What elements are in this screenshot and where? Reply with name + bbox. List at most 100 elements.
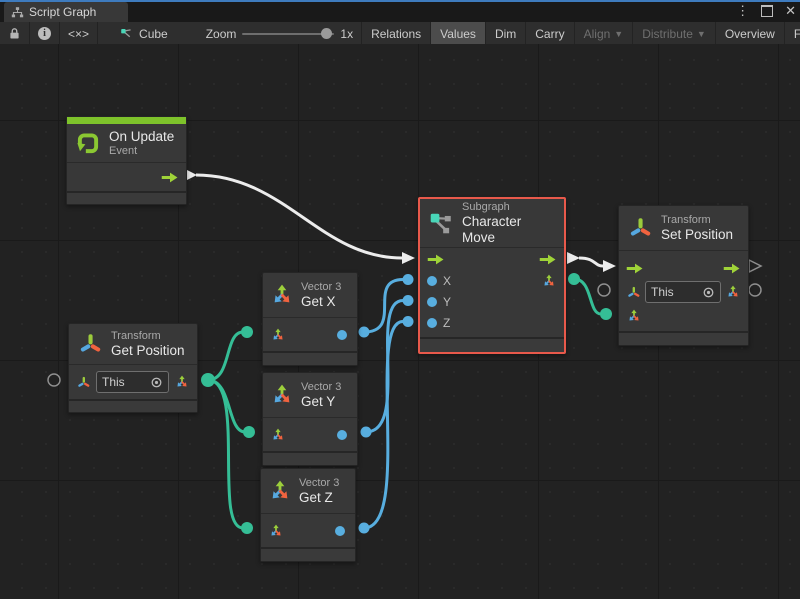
transform-port-icon[interactable] bbox=[76, 375, 91, 390]
node-title: Get X bbox=[301, 294, 341, 310]
distribute-dropdown[interactable]: Distribute▼ bbox=[633, 22, 716, 45]
flow-output-port[interactable] bbox=[723, 262, 741, 275]
wire-start-arrow bbox=[567, 252, 580, 264]
target-picker-icon[interactable] bbox=[702, 286, 715, 299]
float-input-port-z[interactable] bbox=[427, 318, 437, 328]
graph-toolbar: i <×> Cube Zoom 1x Relations Values Dim … bbox=[0, 22, 800, 46]
node-get-position[interactable]: Transform Get Position This bbox=[68, 323, 198, 413]
chevron-down-icon: ▼ bbox=[614, 29, 623, 39]
vector3-output-port-icon[interactable] bbox=[174, 374, 190, 390]
close-icon[interactable]: ✕ bbox=[785, 2, 796, 20]
node-get-y[interactable]: Vector 3 Get Y bbox=[262, 372, 358, 466]
vector3-input-port-icon[interactable] bbox=[270, 427, 286, 443]
wire-getz-to-z[interactable] bbox=[364, 322, 403, 529]
dim-button[interactable]: Dim bbox=[486, 22, 526, 45]
port-label-y: Y bbox=[443, 295, 451, 309]
window-menu-icon[interactable]: ⋮ bbox=[736, 2, 749, 20]
zoom-slider-handle[interactable] bbox=[321, 28, 332, 39]
code-view-button[interactable]: <×> bbox=[60, 22, 98, 45]
transform-output-port-icon[interactable] bbox=[725, 284, 741, 300]
node-header: Vector 3 Get Y bbox=[263, 373, 357, 417]
values-button[interactable]: Values bbox=[431, 22, 486, 45]
vector3-input-port-icon[interactable] bbox=[268, 523, 284, 539]
wire-onupdate-to-charactermove[interactable] bbox=[196, 175, 402, 258]
align-dropdown[interactable]: Align▼ bbox=[575, 22, 634, 45]
port-setposition-flow-out-edge[interactable] bbox=[749, 260, 761, 272]
node-get-z[interactable]: Vector 3 Get Z bbox=[260, 468, 356, 562]
port-setposition-this-edge[interactable] bbox=[598, 284, 610, 296]
target-picker-icon[interactable] bbox=[150, 376, 163, 389]
info-icon: i bbox=[38, 27, 51, 40]
port-getposition-this-edge[interactable] bbox=[48, 374, 60, 386]
node-type: Transform bbox=[661, 214, 733, 227]
wire-end-arrow bbox=[603, 260, 616, 272]
overview-button[interactable]: Overview bbox=[716, 22, 785, 45]
flow-output-port[interactable] bbox=[539, 253, 557, 266]
transform-port-icon[interactable] bbox=[626, 285, 641, 300]
flow-input-port[interactable] bbox=[626, 262, 644, 275]
node-title: Get Y bbox=[301, 394, 341, 410]
node-type: Vector 3 bbox=[301, 381, 341, 394]
node-footer bbox=[420, 337, 564, 352]
node-type: Transform bbox=[111, 330, 185, 343]
node-set-position[interactable]: Transform Set Position This bbox=[618, 205, 749, 346]
event-accent-bar bbox=[67, 117, 186, 124]
window-controls: ⋮ ✕ bbox=[736, 2, 796, 20]
lock-button[interactable] bbox=[0, 22, 30, 45]
float-output-port[interactable] bbox=[337, 430, 347, 440]
vector3-icon bbox=[269, 382, 295, 408]
flow-output-port[interactable] bbox=[161, 171, 179, 184]
node-title: Character Move bbox=[462, 214, 554, 246]
node-header: Transform Get Position bbox=[69, 324, 197, 364]
subgraph-icon bbox=[428, 210, 454, 236]
full-screen-button[interactable]: Full Screen bbox=[785, 22, 800, 45]
graph-canvas[interactable]: On Update Event Transform Get Position bbox=[0, 44, 800, 599]
vector3-icon bbox=[267, 478, 293, 504]
wire-ball bbox=[201, 373, 215, 387]
graph-target-chip[interactable]: Cube bbox=[112, 22, 176, 45]
wire-charactermove-to-setposition[interactable] bbox=[579, 258, 603, 266]
node-footer bbox=[69, 399, 197, 412]
wire-ball bbox=[359, 523, 370, 534]
wire-ball bbox=[243, 426, 255, 438]
float-output-port[interactable] bbox=[335, 526, 345, 536]
on-update-icon bbox=[75, 130, 101, 156]
node-footer bbox=[263, 451, 357, 465]
transform-icon bbox=[77, 331, 103, 357]
wire-getposition-to-getz[interactable] bbox=[208, 380, 243, 528]
vector3-input-port-icon[interactable] bbox=[626, 308, 642, 324]
maximize-icon[interactable] bbox=[761, 5, 773, 17]
carry-button[interactable]: Carry bbox=[526, 22, 574, 45]
node-title: Get Position bbox=[111, 343, 185, 359]
zoom-label: Zoom bbox=[206, 27, 237, 41]
port-setposition-value-out-edge[interactable] bbox=[749, 284, 761, 296]
this-target-field[interactable]: This bbox=[96, 371, 169, 393]
node-type: Vector 3 bbox=[299, 477, 339, 490]
info-button[interactable]: i bbox=[30, 22, 60, 45]
node-header: On Update Event bbox=[67, 124, 186, 162]
node-on-update[interactable]: On Update Event bbox=[66, 116, 187, 205]
relations-button[interactable]: Relations bbox=[362, 22, 431, 45]
node-footer bbox=[67, 191, 186, 204]
node-get-x[interactable]: Vector 3 Get X bbox=[262, 272, 358, 366]
wire-charactermove-to-setposition-vector[interactable] bbox=[574, 279, 601, 314]
wire-ball bbox=[568, 273, 580, 285]
node-type: Event bbox=[109, 145, 174, 158]
flow-input-port[interactable] bbox=[427, 253, 445, 266]
float-input-port-x[interactable] bbox=[427, 276, 437, 286]
tab-script-graph[interactable]: Script Graph bbox=[4, 2, 128, 22]
this-target-field[interactable]: This bbox=[645, 281, 721, 303]
zoom-slider[interactable] bbox=[242, 33, 334, 35]
zoom-control: Zoom 1x bbox=[198, 22, 361, 45]
node-footer bbox=[619, 331, 748, 345]
code-view-label: <×> bbox=[68, 27, 89, 41]
wire-getposition-to-getx[interactable] bbox=[208, 332, 243, 380]
port-label-z: Z bbox=[443, 316, 450, 330]
node-header: Vector 3 Get Z bbox=[261, 469, 355, 513]
float-output-port[interactable] bbox=[337, 330, 347, 340]
vector3-input-port-icon[interactable] bbox=[270, 327, 286, 343]
float-input-port-y[interactable] bbox=[427, 297, 437, 307]
vector3-output-port-icon[interactable] bbox=[541, 273, 557, 289]
node-type: Vector 3 bbox=[301, 281, 341, 294]
node-character-move[interactable]: Subgraph Character Move X Y Z bbox=[418, 197, 566, 354]
